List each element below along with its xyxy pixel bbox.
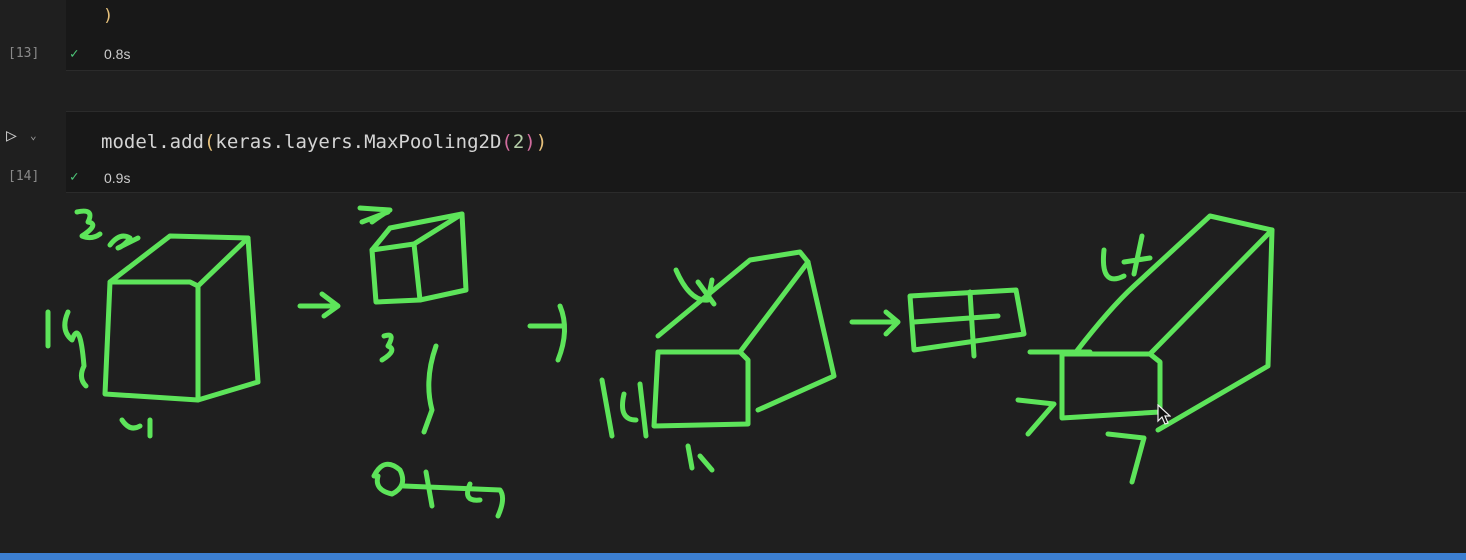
cell-gap [0, 71, 1466, 111]
cell-13-body[interactable] [66, 0, 1466, 71]
status-bar [0, 553, 1466, 560]
code-method: model.add [101, 131, 204, 153]
code-inner-paren-close: ) [524, 131, 536, 153]
notebook-cell-13: ) [13] ✓ 0.8s [0, 0, 1466, 71]
code-paren-close: ) [535, 131, 548, 153]
code-number: 2 [512, 131, 525, 153]
check-icon: ✓ [70, 169, 79, 185]
chevron-down-icon[interactable]: ⌄ [30, 125, 44, 147]
execution-count-13: [13] [8, 46, 40, 61]
code-argument: keras.layers.MaxPooling2D [215, 131, 502, 153]
notebook-cell-14: ▷ ⌄ model.add(keras.layers.MaxPooling2D(… [0, 111, 1466, 193]
hand-drawn-annotation [45, 205, 1275, 519]
mouse-cursor-icon [1157, 404, 1171, 425]
code-paren-open: ( [203, 131, 216, 153]
code-inner-paren-open: ( [501, 131, 513, 153]
code-closing-paren: ) [103, 6, 114, 26]
cell-14-code[interactable]: model.add(keras.layers.MaxPooling2D(2)) [101, 131, 547, 153]
cell-13-duration: 0.8s [104, 46, 131, 62]
run-cell-icon[interactable]: ▷ [6, 125, 24, 147]
check-icon: ✓ [70, 46, 79, 62]
cell-14-duration: 0.9s [104, 170, 131, 186]
execution-count-14: [14] [8, 169, 40, 184]
